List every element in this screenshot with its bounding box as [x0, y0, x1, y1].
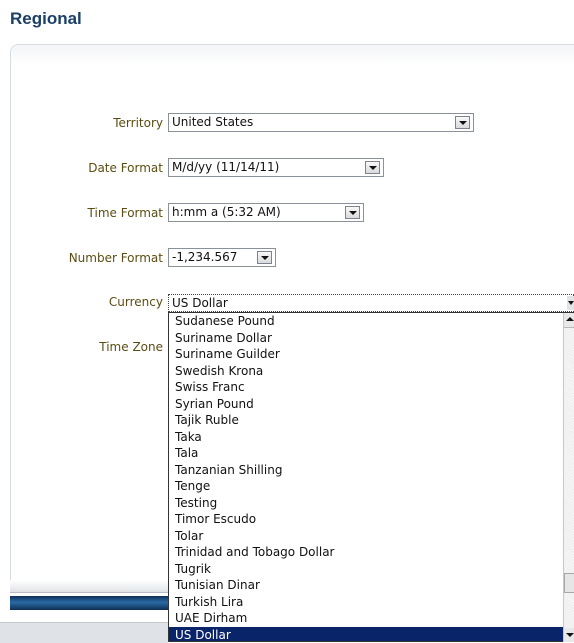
date-format-select[interactable]: M/d/yy (11/14/11) — [168, 158, 384, 177]
panel-header-band — [11, 45, 574, 65]
date-format-value: M/d/yy (11/14/11) — [172, 160, 280, 174]
currency-option[interactable]: Suriname Guilder — [169, 346, 573, 363]
currency-option[interactable]: Turkish Lira — [169, 594, 573, 611]
currency-option[interactable]: Timor Escudo — [169, 511, 573, 528]
scrollbar-thumb[interactable] — [564, 573, 574, 593]
chevron-down-icon[interactable] — [455, 116, 470, 129]
currency-dropdown-list: Sudanese Pound Suriname Dollar Suriname Gu… — [168, 312, 574, 642]
panel-footer-divider — [10, 580, 168, 593]
time-format-label: Time Format — [87, 206, 163, 220]
page-title: Regional — [10, 9, 82, 28]
scroll-down-icon[interactable] — [564, 628, 574, 642]
footer-bar — [10, 596, 168, 610]
chevron-down-icon[interactable] — [345, 206, 360, 219]
number-format-value: -1,234.567 — [172, 250, 238, 264]
currency-option[interactable]: UAE Dirham — [169, 610, 573, 627]
number-format-label: Number Format — [68, 251, 163, 265]
territory-value: United States — [172, 115, 254, 129]
currency-option[interactable]: Testing — [169, 495, 573, 512]
currency-option[interactable]: Tolar — [169, 528, 573, 545]
currency-option[interactable]: Suriname Dollar — [169, 330, 573, 347]
currency-option[interactable]: Tunisian Dinar — [169, 577, 573, 594]
currency-option[interactable]: Tala — [169, 445, 573, 462]
currency-option[interactable]: Tenge — [169, 478, 573, 495]
currency-option[interactable]: Syrian Pound — [169, 396, 573, 413]
dropdown-scrollbar[interactable] — [563, 313, 574, 642]
currency-option[interactable]: Sudanese Pound — [169, 313, 573, 330]
currency-option[interactable]: Tajik Ruble — [169, 412, 573, 429]
currency-option[interactable]: Trinidad and Tobago Dollar — [169, 544, 573, 561]
footer-strip — [0, 622, 168, 643]
time-zone-label: Time Zone — [99, 340, 163, 354]
currency-value: US Dollar — [172, 296, 228, 310]
territory-select[interactable]: United States — [168, 113, 474, 132]
chevron-down-icon[interactable] — [257, 251, 272, 264]
time-format-select[interactable]: h:mm a (5:32 AM) — [168, 203, 364, 222]
currency-option[interactable]: US Dollar — [169, 626, 573, 641]
number-format-select[interactable]: -1,234.567 — [168, 248, 276, 267]
chevron-down-icon[interactable] — [365, 161, 380, 174]
currency-label: Currency — [108, 295, 163, 309]
time-format-value: h:mm a (5:32 AM) — [172, 205, 281, 219]
territory-label: Territory — [113, 116, 163, 130]
currency-option[interactable]: Taka — [169, 429, 573, 446]
date-format-label: Date Format — [88, 161, 163, 175]
currency-option[interactable]: Swedish Krona — [169, 363, 573, 380]
currency-option[interactable]: Tanzanian Shilling — [169, 462, 573, 479]
currency-option[interactable]: Swiss Franc — [169, 379, 573, 396]
currency-select[interactable]: US Dollar — [168, 294, 574, 312]
chevron-down-icon[interactable] — [567, 296, 574, 310]
currency-option[interactable]: Tugrik — [169, 561, 573, 578]
scroll-up-icon[interactable] — [564, 313, 574, 328]
